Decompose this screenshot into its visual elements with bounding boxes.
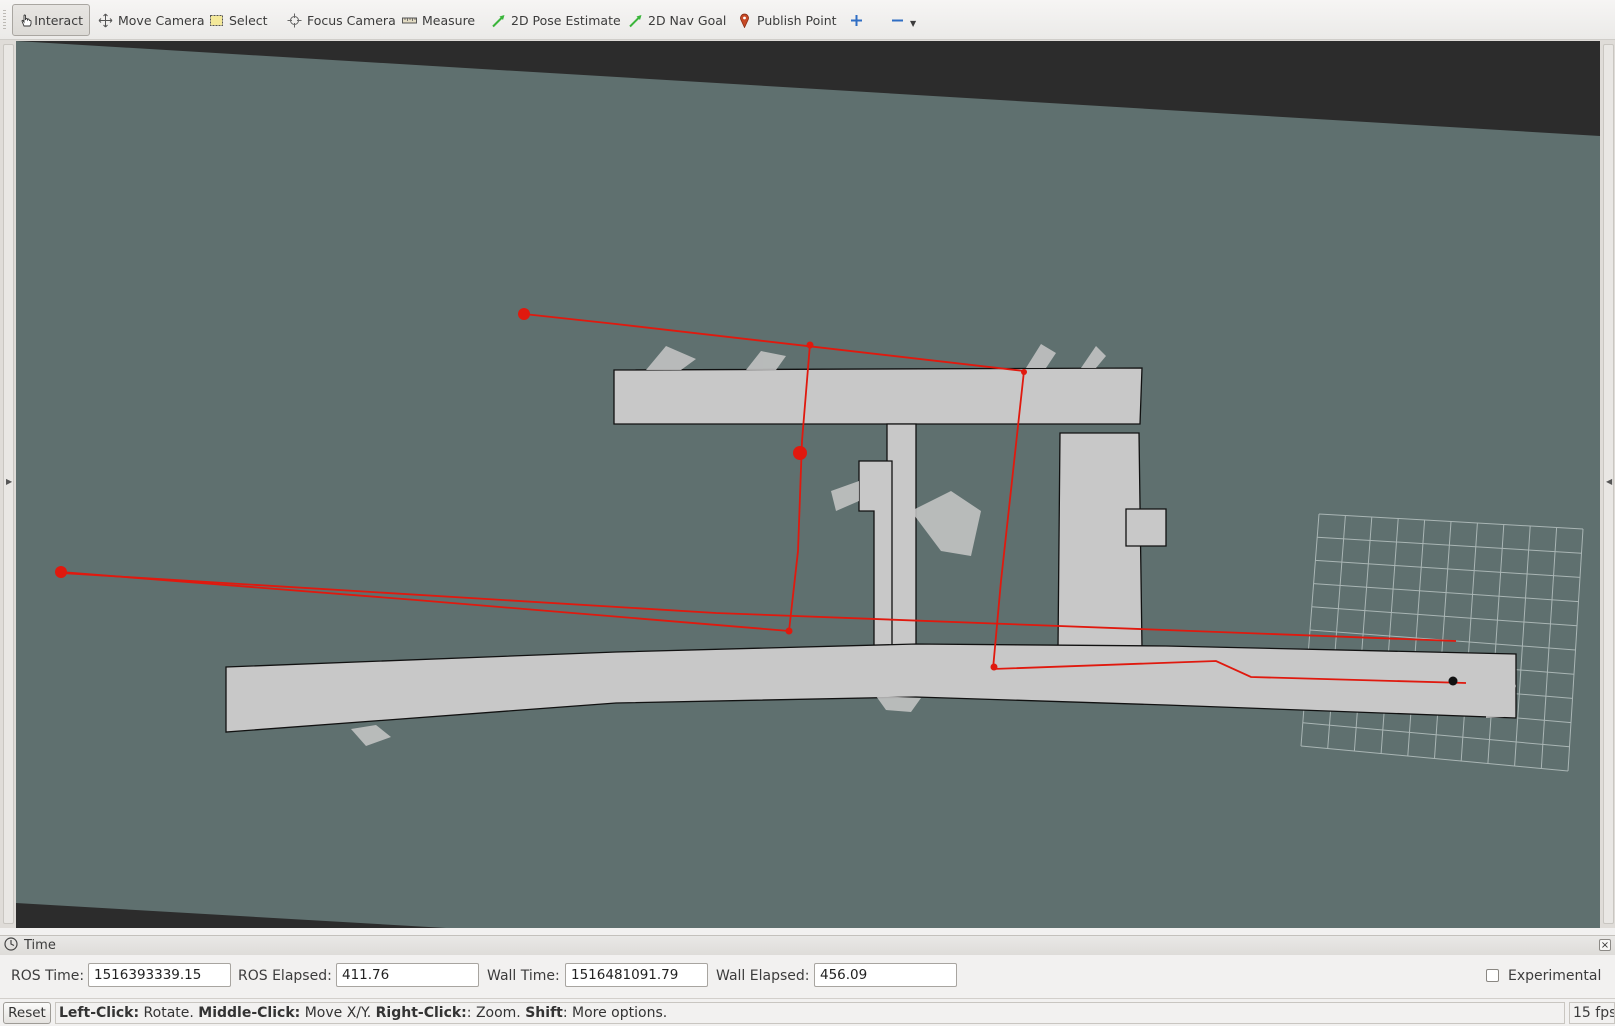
focus-crosshair-icon <box>287 13 302 28</box>
nav-goal-tool-button[interactable]: 2D Nav Goal <box>622 4 732 36</box>
publish-point-tool-button[interactable]: Publish Point <box>731 4 843 36</box>
move-camera-label: Move Camera <box>118 12 205 28</box>
ros-time-field[interactable] <box>88 963 231 987</box>
ros-time-label: ROS Time: <box>11 968 85 984</box>
fps-counter: 15 fps <box>1569 1002 1615 1024</box>
plus-icon <box>849 13 864 28</box>
interact-label: Interact <box>34 12 83 28</box>
add-tool-button[interactable] <box>843 4 870 36</box>
select-tool-button[interactable]: Select <box>203 4 274 36</box>
left-click-action: Rotate. <box>139 1005 199 1021</box>
3d-viewport[interactable] <box>16 41 1600 928</box>
shift-key: Shift <box>525 1005 563 1021</box>
render-panel: ▶ ◀ <box>0 40 1615 928</box>
move-camera-tool-button[interactable]: Move Camera <box>92 4 211 36</box>
close-icon[interactable]: × <box>1599 939 1611 951</box>
shift-action: : More options. <box>562 1005 668 1021</box>
green-arrow-icon <box>628 13 643 28</box>
right-click-action: : Zoom. <box>466 1005 526 1021</box>
green-arrow-icon <box>491 13 506 28</box>
3d-scene[interactable] <box>16 41 1600 928</box>
measure-label: Measure <box>422 12 476 28</box>
middle-click-key: Middle-Click: <box>198 1005 301 1021</box>
right-dock-collapse-handle[interactable]: ◀ <box>1603 44 1614 924</box>
experimental-checkbox[interactable] <box>1486 969 1499 982</box>
ros-elapsed-field[interactable] <box>336 963 479 987</box>
left-dock-collapse-handle[interactable]: ▶ <box>3 44 14 924</box>
pose-estimate-tool-button[interactable]: 2D Pose Estimate <box>485 4 627 36</box>
left-click-key: Left-Click: <box>59 1005 140 1021</box>
map-right-room-stub <box>1125 508 1167 547</box>
remove-tool-button[interactable]: ▼ <box>884 4 922 36</box>
path-marker <box>55 566 67 578</box>
focus-camera-label: Focus Camera <box>307 12 396 28</box>
right-click-key: Right-Click: <box>375 1005 467 1021</box>
select-label: Select <box>229 12 268 28</box>
path-marker <box>518 308 530 320</box>
wall-time-field[interactable] <box>565 963 708 987</box>
chevron-left-icon: ◀ <box>1606 477 1613 486</box>
path-marker <box>990 663 998 671</box>
chevron-down-icon: ▼ <box>910 18 917 28</box>
hand-pointer-icon <box>19 13 32 28</box>
path-marker <box>793 446 807 460</box>
wall-elapsed-field[interactable] <box>814 963 957 987</box>
ros-elapsed-label: ROS Elapsed: <box>238 968 332 984</box>
map-pin-icon <box>737 13 752 28</box>
time-panel-title: Time <box>24 938 56 953</box>
time-panel-body: ROS Time: ROS Elapsed: Wall Time: Wall E… <box>0 956 1615 996</box>
move-arrows-icon <box>98 13 113 28</box>
wall-time-label: Wall Time: <box>487 968 560 984</box>
interact-tool-button[interactable]: Interact <box>12 4 90 36</box>
nav-goal-label: 2D Nav Goal <box>648 12 727 28</box>
chevron-right-icon: ▶ <box>6 477 13 486</box>
path-marker <box>785 627 793 635</box>
experimental-label: Experimental <box>1508 968 1602 984</box>
reset-button[interactable]: Reset <box>3 1002 51 1024</box>
ruler-icon <box>402 13 417 28</box>
middle-click-action: Move X/Y. <box>300 1005 376 1021</box>
mouse-hint-text: Left-Click: Rotate. Middle-Click: Move X… <box>55 1002 1565 1024</box>
time-panel-header: Time × <box>0 935 1615 955</box>
status-bar: Reset Left-Click: Rotate. Middle-Click: … <box>0 998 1615 1026</box>
path-marker <box>806 341 814 349</box>
wall-elapsed-label: Wall Elapsed: <box>716 968 810 984</box>
measure-tool-button[interactable]: Measure <box>396 4 481 36</box>
map-unknown-area <box>16 41 1600 928</box>
path-marker <box>1021 369 1027 375</box>
publish-point-label: Publish Point <box>757 12 837 28</box>
clock-icon <box>4 936 18 955</box>
map-top-corridor <box>613 367 1143 425</box>
select-box-icon <box>209 13 224 28</box>
focus-camera-tool-button[interactable]: Focus Camera <box>281 4 402 36</box>
tools-toolbar: Interact Move Camera Select Focus Camera… <box>0 0 1615 40</box>
toolbar-grip[interactable] <box>3 10 6 30</box>
pose-estimate-label: 2D Pose Estimate <box>511 12 621 28</box>
minus-icon <box>890 13 905 28</box>
robot-pose-marker[interactable] <box>1448 676 1458 686</box>
